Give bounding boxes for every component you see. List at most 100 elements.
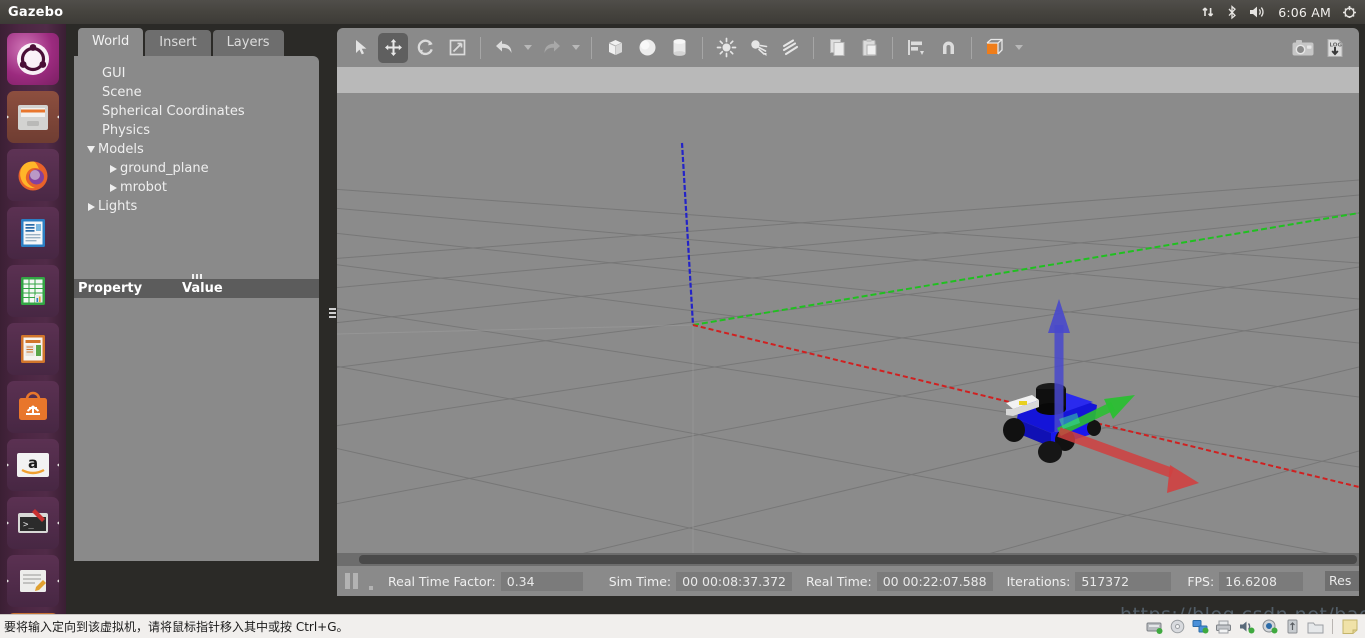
- panel-tabs: World Insert Layers: [74, 28, 329, 56]
- launcher-item-ubuntu-software[interactable]: [7, 381, 59, 433]
- launcher-item-files[interactable]: [7, 91, 59, 143]
- printer-icon[interactable]: [1214, 619, 1232, 635]
- screenshot-icon[interactable]: [1288, 33, 1318, 63]
- tree-item-lights[interactable]: Lights: [74, 197, 319, 216]
- column-header-value: Value: [182, 281, 223, 296]
- unity-launcher: a >_: [0, 24, 66, 638]
- snap-icon[interactable]: [933, 33, 963, 63]
- tab-insert[interactable]: Insert: [145, 30, 211, 56]
- toolbar-separator: [480, 36, 481, 59]
- insert-sphere-icon[interactable]: [632, 33, 662, 63]
- chevron-down-icon[interactable]: [84, 146, 98, 153]
- cd-drive-icon[interactable]: [1168, 619, 1186, 635]
- reset-button[interactable]: Res: [1325, 571, 1359, 591]
- real-time-factor-label: Real Time Factor:: [388, 573, 496, 589]
- scrollbar-thumb[interactable]: [359, 555, 1357, 564]
- toolbar-separator: [971, 36, 972, 59]
- scale-mode-icon[interactable]: [442, 33, 472, 63]
- tree-item-spherical-coordinates[interactable]: Spherical Coordinates: [74, 102, 319, 121]
- sound-card-icon[interactable]: [1237, 619, 1255, 635]
- power-gear-icon[interactable]: [1342, 5, 1357, 20]
- launcher-item-libreoffice-calc[interactable]: [7, 265, 59, 317]
- unity-top-panel: Gazebo 6:06 AM: [0, 0, 1365, 24]
- system-tray: 6:06 AM: [1201, 5, 1365, 20]
- launcher-item-ubuntu-dash[interactable]: [7, 33, 59, 85]
- network-icon[interactable]: [1201, 5, 1215, 19]
- iterations-value: 517372: [1075, 571, 1172, 591]
- property-table-body: [74, 298, 319, 561]
- fps-value: 16.6208: [1219, 571, 1304, 591]
- world-panel-body: GUI Scene Spherical Coordinates Physics …: [74, 56, 319, 561]
- gazebo-status-bar: Real Time Factor: 0.34 Sim Time: 00 00:0…: [337, 566, 1359, 596]
- network-adapter-icon[interactable]: [1191, 619, 1209, 635]
- tree-item-physics[interactable]: Physics: [74, 121, 319, 140]
- launcher-item-firefox[interactable]: [7, 149, 59, 201]
- chevron-right-icon[interactable]: [84, 202, 98, 211]
- real-time-label: Real Time:: [805, 573, 872, 589]
- grid-highlight: [337, 324, 694, 553]
- iterations-label: Iterations:: [1006, 573, 1071, 589]
- gazebo-3d-view[interactable]: [337, 67, 1359, 553]
- launcher-item-terminal[interactable]: >_: [7, 497, 59, 549]
- undo-icon[interactable]: [489, 33, 519, 63]
- paste-icon[interactable]: [854, 33, 884, 63]
- vmware-status-bar: 要将输入定向到该虚拟机，请将鼠标指针移入其中或按 Ctrl+G。: [0, 614, 1365, 638]
- grid-lines: [337, 179, 1359, 553]
- step-button[interactable]: [364, 572, 378, 590]
- directional-light-icon[interactable]: [775, 33, 805, 63]
- chevron-right-icon[interactable]: [106, 164, 120, 173]
- pause-button[interactable]: [345, 573, 358, 589]
- log-record-icon[interactable]: LOG: [1320, 33, 1350, 63]
- view-angle-dropdown-caret-icon[interactable]: [1015, 45, 1023, 50]
- bluetooth-icon[interactable]: [1226, 4, 1238, 20]
- translate-mode-icon[interactable]: [378, 32, 408, 63]
- toolbar-separator: [702, 36, 703, 59]
- sim-time-label: Sim Time:: [608, 573, 672, 589]
- tab-layers[interactable]: Layers: [212, 30, 284, 56]
- tab-world[interactable]: World: [78, 28, 144, 56]
- spot-light-icon[interactable]: [743, 33, 773, 63]
- notes-icon[interactable]: [1341, 619, 1359, 635]
- grip-dots-icon: [329, 308, 336, 318]
- select-mode-icon[interactable]: [346, 33, 376, 63]
- real-time-factor-value: 0.34: [500, 571, 583, 591]
- vm-device-tray: [1145, 619, 1365, 635]
- world-tree: GUI Scene Spherical Coordinates Physics …: [74, 56, 319, 216]
- viewport-horizontal-scrollbar[interactable]: [337, 553, 1359, 566]
- property-table-header: Property Value: [74, 279, 319, 298]
- redo-icon[interactable]: [537, 33, 567, 63]
- launcher-item-text-editor[interactable]: [7, 555, 59, 607]
- tree-item-mrobot[interactable]: mrobot: [74, 178, 319, 197]
- tree-item-models[interactable]: Models: [74, 140, 319, 159]
- tree-item-scene[interactable]: Scene: [74, 83, 319, 102]
- real-time-value: 00 00:22:07.588: [876, 571, 993, 591]
- redo-dropdown-caret-icon[interactable]: [572, 45, 580, 50]
- insert-box-icon[interactable]: [600, 33, 630, 63]
- svg-text:a: a: [28, 454, 38, 472]
- vm-hint-message: 要将输入定向到该虚拟机，请将鼠标指针移入其中或按 Ctrl+G。: [4, 620, 349, 634]
- launcher-item-libreoffice-impress[interactable]: [7, 323, 59, 375]
- clock[interactable]: 6:06 AM: [1278, 5, 1331, 20]
- tree-item-gui[interactable]: GUI: [74, 64, 319, 83]
- webcam-icon[interactable]: [1260, 619, 1278, 635]
- fps-label: FPS:: [1187, 573, 1215, 589]
- insert-cylinder-icon[interactable]: [664, 33, 694, 63]
- volume-icon[interactable]: [1249, 5, 1267, 19]
- folder-share-icon[interactable]: [1306, 619, 1324, 635]
- chevron-right-icon[interactable]: [106, 183, 120, 192]
- gazebo-toolbar: LOG: [337, 28, 1359, 67]
- point-light-icon[interactable]: [711, 33, 741, 63]
- copy-icon[interactable]: [822, 33, 852, 63]
- rotate-mode-icon[interactable]: [410, 33, 440, 63]
- z-axis: [680, 142, 695, 326]
- hard-disk-icon[interactable]: [1145, 619, 1163, 635]
- launcher-item-libreoffice-writer[interactable]: [7, 207, 59, 259]
- y-axis: [692, 212, 1359, 326]
- view-angle-icon[interactable]: [980, 33, 1010, 63]
- launcher-item-amazon[interactable]: a: [7, 439, 59, 491]
- align-icon[interactable]: [901, 33, 931, 63]
- tree-item-ground-plane[interactable]: ground_plane: [74, 159, 319, 178]
- undo-dropdown-caret-icon[interactable]: [524, 45, 532, 50]
- usb-icon[interactable]: [1283, 619, 1301, 635]
- main-splitter[interactable]: [328, 28, 337, 598]
